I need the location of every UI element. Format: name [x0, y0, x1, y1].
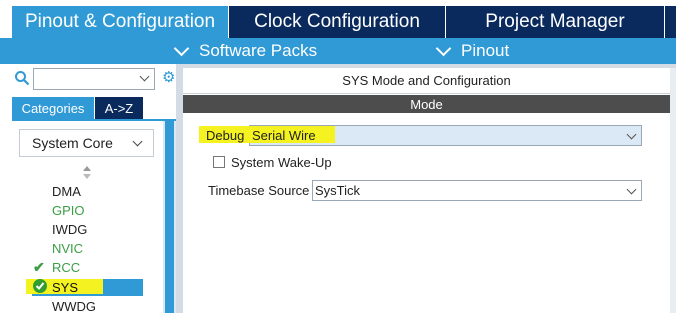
list-item-iwdg[interactable]: IWDG [52, 220, 87, 239]
mode-section-header: Mode [183, 95, 670, 113]
left-scrollbar-thumb[interactable] [165, 121, 174, 313]
pinout-label: Pinout [461, 41, 510, 60]
search-icon[interactable] [14, 70, 30, 86]
right-scrollbar[interactable] [670, 68, 676, 313]
search-input[interactable] [33, 68, 155, 90]
list-item-dma[interactable]: DMA [52, 182, 81, 201]
tab-clock-configuration[interactable]: Clock Configuration [229, 6, 445, 38]
chevron-down-icon [435, 40, 452, 56]
gear-icon[interactable]: ⚙ [162, 70, 176, 86]
chevron-down-icon [132, 136, 143, 147]
list-item-nvic[interactable]: NVIC [52, 239, 83, 258]
software-packs-label: Software Packs [199, 41, 318, 60]
check-circle-icon [33, 279, 47, 293]
chevron-down-icon [173, 40, 190, 56]
chevron-down-icon [626, 129, 637, 140]
category-select[interactable]: System Core [19, 129, 154, 157]
pinout-menu[interactable]: Pinout [435, 38, 510, 64]
tab-project-manager[interactable]: Project Manager [446, 6, 664, 38]
list-item-sys[interactable]: SYS [52, 278, 78, 297]
list-item-wwdg[interactable]: WWDG [52, 297, 96, 316]
debug-select-value: Serial Wire [252, 127, 316, 143]
timebase-source-label: Timebase Source [208, 182, 310, 198]
system-wakeup-label: System Wake-Up [231, 154, 332, 170]
system-wakeup-checkbox[interactable] [213, 156, 225, 168]
timebase-source-select[interactable] [312, 180, 642, 201]
tab-a-to-z[interactable]: A->Z [95, 97, 143, 119]
software-packs-menu[interactable]: Software Packs [173, 38, 318, 64]
timebase-source-value: SysTick [315, 182, 361, 198]
list-item-rcc[interactable]: RCC [52, 258, 80, 277]
tab-categories[interactable]: Categories [12, 97, 94, 119]
chevron-down-icon[interactable] [139, 71, 150, 82]
tab-overflow [665, 6, 676, 38]
sort-icon[interactable] [82, 166, 92, 180]
list-item-gpio[interactable]: GPIO [52, 201, 85, 220]
check-icon: ✔ [33, 259, 45, 275]
panel-title: SYS Mode and Configuration [183, 68, 670, 94]
tab-divider [12, 119, 176, 121]
debug-label: Debug [206, 127, 245, 143]
category-select-value: System Core [32, 135, 113, 151]
chevron-down-icon [626, 184, 637, 195]
sub-menu-bar: Software Packs Pinout [0, 38, 676, 64]
tab-pinout-configuration[interactable]: Pinout & Configuration [12, 6, 228, 38]
